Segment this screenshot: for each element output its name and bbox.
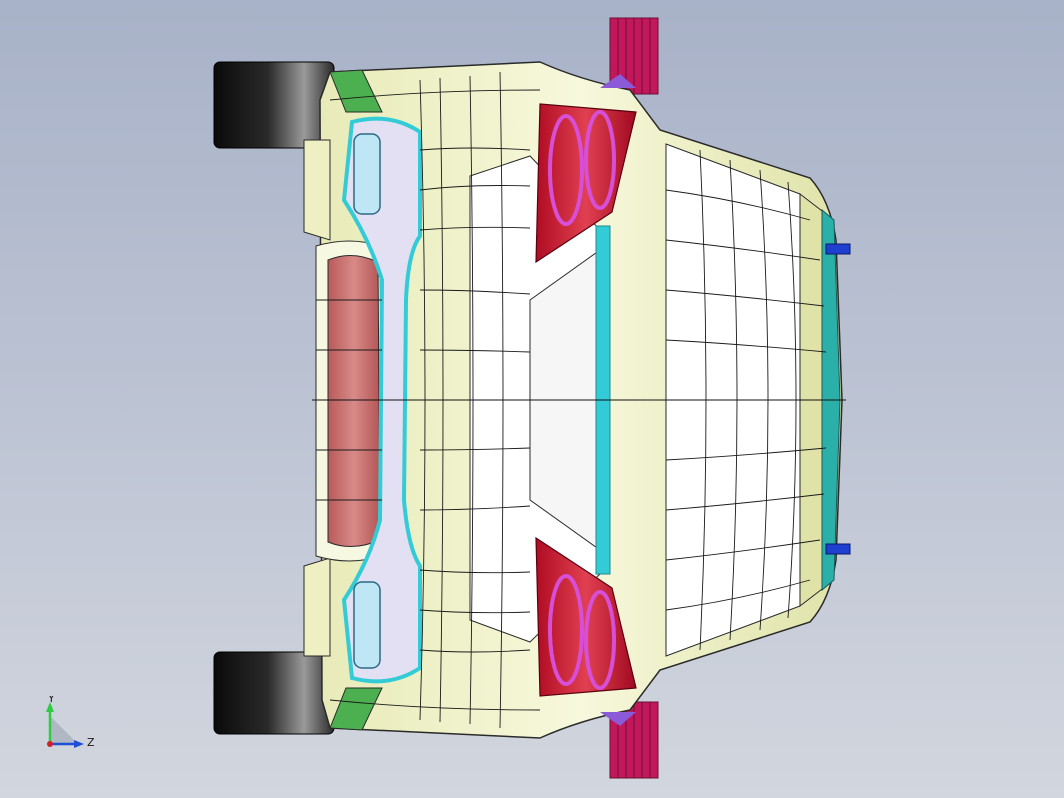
z-axis-label: Z — [87, 736, 95, 749]
lamp-bottom[interactable] — [353, 581, 381, 669]
z-axis-head — [74, 740, 84, 748]
y-axis-label: Y — [47, 696, 55, 705]
car-model[interactable] — [0, 0, 1064, 798]
cad-viewport[interactable]: Y Z — [0, 0, 1064, 798]
tire-top[interactable] — [213, 61, 335, 149]
axis-triad[interactable]: Y Z — [40, 696, 110, 756]
rear-bumper[interactable] — [315, 240, 383, 562]
lamp-top[interactable] — [353, 133, 381, 215]
triad-plane — [50, 716, 78, 744]
tire-bottom[interactable] — [213, 651, 335, 735]
x-axis-dot — [47, 741, 53, 747]
